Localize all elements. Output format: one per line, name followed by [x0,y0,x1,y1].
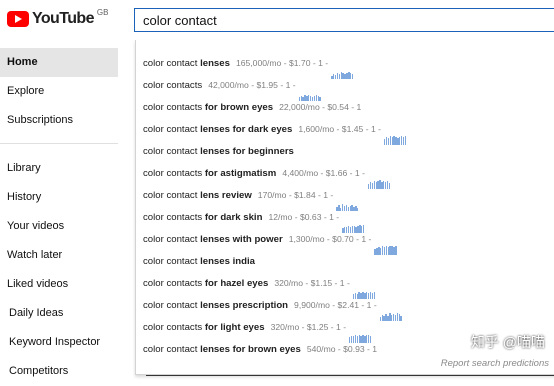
trend-sparkline [331,57,354,80]
sidebar-item-library[interactable]: Library [0,154,118,183]
suggestion-query-base: color contact [143,300,201,311]
suggestion-query-completion: for astigmatism [204,168,277,179]
search-suggestions-dropdown: color contact lenses 165,000/mo - $1.70 -… [135,40,554,375]
trend-bar [400,316,402,322]
sidebar-item-competitors[interactable]: Competitors [0,357,118,386]
trend-bar [319,97,321,102]
suggestion-query-completion: for hazel eyes [204,278,269,289]
suggestion-query-completion: lenses for brown eyes [200,344,301,355]
suggestion-query-base: color contacts [143,80,203,91]
suggestion-item[interactable]: color contacts for hazel eyes 320/mo - $1… [136,272,554,300]
sidebar-item-watch-later[interactable]: Watch later [0,241,118,270]
suggestion-query-base: color contact [143,234,201,245]
suggestion-item[interactable]: color contact lenses 165,000/mo - $1.70 -… [136,52,554,80]
suggestion-query-base: color contact [143,124,201,135]
trend-sparkline [336,189,359,212]
trend-sparkline [298,79,322,102]
trend-sparkline [379,299,403,322]
search-box[interactable] [134,8,554,32]
keyword-stats: 4,400/mo - $1.66 - 1 - [282,168,365,178]
watermark: 知乎 @喵喵 [470,334,545,350]
sidebar-divider [0,143,118,144]
suggestion-query-base: color contacts [143,278,205,289]
sidebar-item-your-videos[interactable]: Your videos [0,212,118,241]
suggestion-item[interactable]: color contact lens review 170/mo - $1.84 … [136,184,554,212]
trend-sparkline [367,167,391,190]
region-code: GB [96,8,109,17]
suggestion-item[interactable]: color contacts for brown eyes 22,000/mo -… [136,96,554,118]
suggestion-item[interactable]: color contacts for astigmatism 4,400/mo -… [136,162,554,190]
trend-sparkline [352,277,376,300]
youtube-logo[interactable]: YouTube GB [7,8,108,30]
keyword-stats: 1,600/mo - $1.45 - 1 - [298,124,381,134]
suggestion-item[interactable]: color contact lenses india [136,250,554,272]
suggestion-query-completion: for brown eyes [204,102,274,113]
suggestion-query-completion: lenses for dark eyes [200,124,293,135]
suggestion-query-base: color contact [143,256,201,267]
suggestion-query-base: color contacts [143,212,205,223]
trend-bar [388,183,391,190]
sidebar-item-subscriptions[interactable]: Subscriptions [0,106,118,135]
trend-bar [362,225,365,234]
sidebar: Home Explore Subscriptions Library Histo… [0,48,118,386]
trend-bar [369,336,372,344]
keyword-stats: 320/mo - $1.25 - 1 - [270,322,347,332]
keyword-stats: 12/mo - $0.63 - 1 - [268,212,340,222]
keyword-stats: 9,900/mo - $2.41 - 1 - [294,300,377,310]
keyword-stats: 42,000/mo - $1.95 - 1 - [208,80,296,90]
suggestion-query-completion: for dark skin [204,212,263,223]
trend-sparkline [383,123,407,146]
suggestion-query-base: color contact [143,344,201,355]
trend-sparkline [342,211,365,234]
sidebar-item-keyword-inspector[interactable]: Keyword Inspector [0,328,118,357]
play-icon [7,11,29,27]
suggestion-query-base: color contact [143,146,201,157]
trend-bar [351,74,354,80]
suggestion-query-completion: lenses for beginners [200,146,294,157]
trend-sparkline [374,233,397,256]
suggestion-item[interactable]: color contact lenses for beginners [136,140,554,162]
suggestion-item[interactable]: color contact lenses for dark eyes 1,600/… [136,118,554,146]
suggestion-query-completion: lenses [200,58,230,69]
keyword-stats: 320/mo - $1.15 - 1 - [274,278,350,288]
suggestion-query-base: color contact [143,190,201,201]
keyword-stats: 1,300/mo - $0.70 - 1 - [288,234,372,244]
trend-bar [404,136,407,146]
sidebar-item-liked-videos[interactable]: Liked videos [0,270,118,299]
keyword-stats: 540/mo - $0.93 - 1 [306,344,378,354]
suggestion-query-completion: lenses with power [200,234,283,245]
suggestion-query-completion: lens review [200,190,252,201]
keyword-stats: 165,000/mo - $1.70 - 1 - [235,58,329,68]
suggestion-query-completion: lenses prescription [200,300,289,311]
keyword-stats: 22,000/mo - $0.54 - 1 [279,102,362,112]
suggestion-query-completion: lenses india [200,256,255,267]
trend-bar [395,246,397,256]
suggestion-item[interactable]: color contact lenses prescription 9,900/m… [136,294,554,322]
report-search-predictions-link[interactable]: Report search predictions [441,358,549,369]
trend-sparkline [349,321,372,344]
suggestion-query-base: color contacts [143,322,205,333]
trend-bar [373,292,375,300]
suggestion-query-base: color contacts [143,102,205,113]
sidebar-item-home[interactable]: Home [0,48,118,77]
suggestion-list: color contact lenses 165,000/mo - $1.70 -… [136,52,554,360]
sidebar-item-daily-ideas[interactable]: Daily Ideas [0,299,118,328]
keyword-stats: 170/mo - $1.84 - 1 - [257,190,334,200]
search-input[interactable] [143,12,543,29]
suggestion-query-base: color contact [143,58,201,69]
suggestion-query-base: color contacts [143,168,205,179]
sidebar-item-history[interactable]: History [0,183,118,212]
sidebar-item-explore[interactable]: Explore [0,77,118,106]
logo-wordmark: YouTube [32,10,94,27]
suggestion-query-completion: for light eyes [204,322,265,333]
